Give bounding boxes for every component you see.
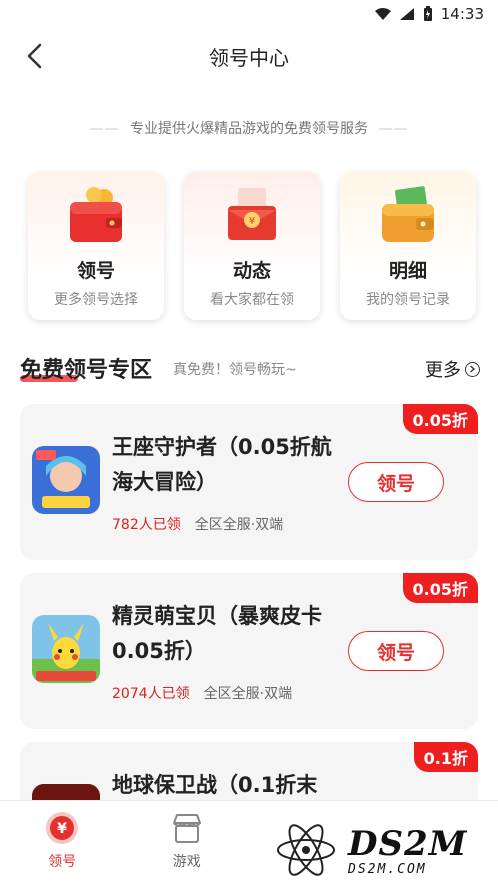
game-card[interactable]: 0.05折 王座守护者（0.05折航海大冒险） 782人已领 全区全服·双端 领… bbox=[20, 404, 478, 560]
wifi-icon bbox=[374, 8, 391, 20]
claimed-count: 782人已领 bbox=[112, 517, 181, 533]
entry-card-sub: 看大家都在领 bbox=[210, 292, 294, 308]
watermark-text: DS2M DS2M.COM bbox=[348, 824, 467, 877]
slogan-text: 专业提供火爆精品游戏的免费领号服务 bbox=[130, 121, 368, 137]
entry-cards: 领号 更多领号选择 ¥ 动态 看大家都在领 明细 我的领号记录 bbox=[28, 172, 476, 320]
watermark-big: DS2M bbox=[348, 823, 468, 864]
claimed-count: 2074人已领 bbox=[112, 686, 190, 702]
nav-label: 游戏 bbox=[172, 854, 201, 870]
game-card[interactable]: 0.05折 精灵萌宝贝（暴爽皮卡0.05折） 2074人已领 全区全服·双端 领… bbox=[20, 573, 478, 729]
section-subtitle: 真免费！领号畅玩~ bbox=[173, 362, 297, 378]
more-link[interactable]: 更多 bbox=[425, 356, 480, 382]
claim-button[interactable]: 领号 bbox=[348, 631, 444, 671]
section-header: 免费领号专区 真免费！领号畅玩~ 更多 bbox=[20, 350, 480, 386]
entry-card-sub: 我的领号记录 bbox=[366, 292, 450, 308]
discount-badge: 0.05折 bbox=[402, 404, 478, 434]
entry-card-name: 动态 bbox=[232, 260, 271, 282]
status-time: 14:33 bbox=[440, 5, 484, 23]
slogan-dash-right: —— bbox=[378, 121, 409, 137]
red-envelope-icon: ¥ bbox=[228, 188, 276, 240]
atom-logo-icon bbox=[277, 824, 335, 876]
game-icon bbox=[32, 615, 100, 683]
slogan: —— 专业提供火爆精品游戏的免费领号服务 —— bbox=[0, 118, 498, 138]
game-name: 精灵萌宝贝（暴爽皮卡0.05折） bbox=[112, 604, 322, 663]
battery-icon bbox=[423, 6, 432, 21]
yen-badge-icon: ¥ bbox=[46, 812, 79, 844]
game-name: 王座守护者（0.05折航海大冒险） bbox=[112, 435, 332, 494]
game-meta: 2074人已领 全区全服·双端 bbox=[112, 683, 292, 703]
nav-label: 领号 bbox=[48, 854, 77, 870]
server-tags: 全区全服·双端 bbox=[203, 686, 293, 702]
back-button[interactable] bbox=[16, 38, 52, 74]
entry-card-claim[interactable]: 领号 更多领号选择 bbox=[28, 172, 164, 320]
page-title: 领号中心 bbox=[209, 45, 289, 70]
server-tags: 全区全服·双端 bbox=[194, 517, 284, 533]
entry-card-sub: 更多领号选择 bbox=[54, 292, 138, 308]
signal-icon bbox=[399, 8, 414, 20]
wallet-icon bbox=[70, 187, 122, 242]
svg-text:¥: ¥ bbox=[57, 821, 67, 837]
slogan-dash-left: —— bbox=[89, 121, 120, 137]
shop-icon bbox=[172, 814, 201, 843]
status-bar: 14:33 bbox=[0, 0, 498, 28]
entry-card-activity[interactable]: ¥ 动态 看大家都在领 bbox=[184, 172, 320, 320]
game-meta: 782人已领 全区全服·双端 bbox=[112, 514, 283, 534]
entry-card-name: 明细 bbox=[388, 260, 427, 282]
nav-item-claim[interactable]: ¥ 领号 bbox=[0, 801, 125, 885]
watermark-small: DS2M.COM bbox=[348, 861, 427, 877]
game-icon bbox=[32, 446, 100, 514]
chevron-right-circle-icon bbox=[465, 361, 480, 377]
chevron-left-icon bbox=[27, 43, 42, 69]
game-name: 地球保卫战（0.1折末 bbox=[112, 773, 318, 797]
section-title: 免费领号专区 bbox=[20, 358, 153, 383]
watermark: DS2M DS2M.COM bbox=[260, 815, 498, 885]
more-label: 更多 bbox=[425, 360, 461, 381]
claim-button[interactable]: 领号 bbox=[348, 462, 444, 502]
entry-card-name: 领号 bbox=[76, 260, 115, 282]
entry-card-detail[interactable]: 明细 我的领号记录 bbox=[340, 172, 476, 320]
discount-badge: 0.1折 bbox=[413, 742, 478, 772]
nav-item-games[interactable]: 游戏 bbox=[125, 801, 250, 885]
money-wallet-icon bbox=[382, 186, 434, 242]
page-header: 领号中心 bbox=[0, 28, 498, 84]
svg-text:¥: ¥ bbox=[249, 216, 255, 227]
discount-badge: 0.05折 bbox=[402, 573, 478, 603]
